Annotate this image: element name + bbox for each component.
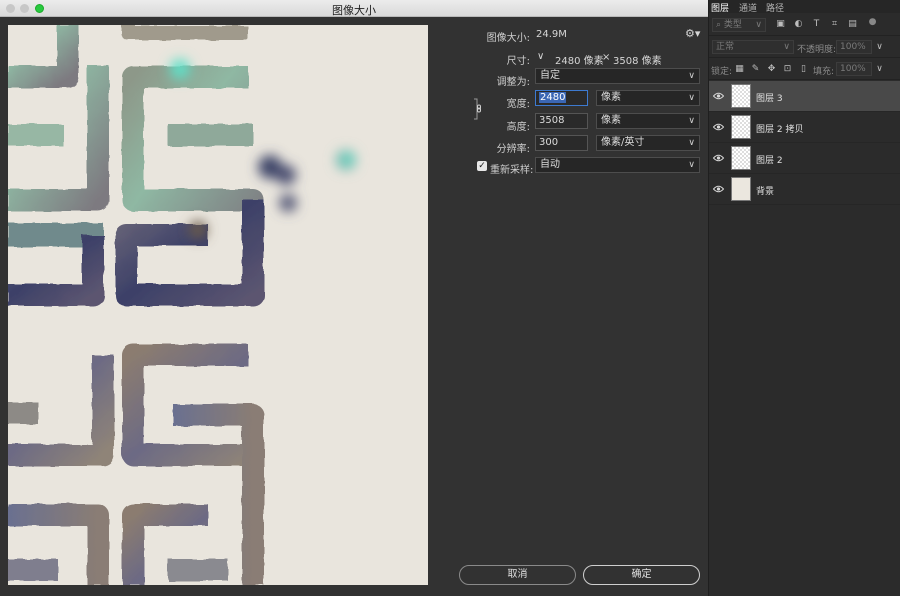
dialog-titlebar: 图像大小 <box>0 0 708 17</box>
layer-thumbnail <box>731 177 751 201</box>
lock-artboard-icon[interactable]: ⊡ <box>782 64 793 74</box>
dimensions-dropdown-chevron-icon[interactable]: ∨ <box>537 51 544 62</box>
eye-icon[interactable] <box>713 92 724 100</box>
layer-name: 图层 2 拷贝 <box>756 125 804 135</box>
preview-artwork <box>8 25 356 585</box>
eye-icon[interactable] <box>713 185 724 193</box>
fill-input[interactable]: 100% <box>836 62 872 76</box>
image-size-label: 图像大小: <box>486 33 530 44</box>
fill-label: 填充: <box>813 67 835 77</box>
chevron-down-icon: ∨ <box>688 71 695 81</box>
layer-filter-row: ⌕ 类型 ∨ ▣ ◐ T ⌗ ▤ ● <box>709 14 900 36</box>
cancel-button[interactable]: 取消 <box>459 565 576 585</box>
resolution-label: 分辨率: <box>496 144 530 155</box>
layer-name: 背景 <box>756 187 775 197</box>
tab-paths[interactable]: 路径 <box>766 1 784 14</box>
layer-row[interactable]: 图层 2 拷贝 <box>709 112 900 143</box>
resample-value: 自动 <box>540 159 560 170</box>
search-icon: ⌕ <box>716 20 722 30</box>
filter-toggle-icon[interactable]: ● <box>867 17 878 27</box>
tab-layers[interactable]: 图层 <box>711 1 729 14</box>
lock-brush-icon[interactable]: ✎ <box>750 64 761 74</box>
layer-name: 图层 2 <box>756 156 783 166</box>
fit-to-value: 自定 <box>540 70 560 81</box>
blend-mode-value: 正常 <box>716 42 735 52</box>
width-input-value: 2480 <box>539 92 567 103</box>
adjustment-filter-icon[interactable]: ◐ <box>793 19 804 29</box>
layer-thumbnail <box>731 146 751 170</box>
chevron-down-icon: ∨ <box>688 138 695 148</box>
chevron-down-icon: ∨ <box>688 93 695 103</box>
lock-all-icon[interactable]: ▯ <box>798 64 809 74</box>
width-unit-value: 像素 <box>601 92 621 103</box>
opacity-input[interactable]: 100% <box>836 40 872 54</box>
height-input[interactable]: 3508 <box>535 113 588 129</box>
resolution-unit-select[interactable]: 像素/英寸 ∨ <box>596 135 700 151</box>
lock-label: 锁定: <box>711 67 733 77</box>
blend-opacity-row: 正常 ∨ 不透明度: 100% ∨ <box>709 37 900 58</box>
gear-icon[interactable]: ⚙▾ <box>685 27 700 40</box>
layer-row[interactable]: 图层 2 <box>709 143 900 174</box>
layer-row[interactable]: 图层 3 <box>709 81 900 112</box>
height-unit-value: 像素 <box>601 115 621 126</box>
chevron-down-icon[interactable]: ∨ <box>874 42 885 52</box>
chevron-down-icon: ∨ <box>688 160 695 170</box>
layer-row[interactable]: 背景 <box>709 174 900 205</box>
layer-thumbnail <box>731 115 751 139</box>
layer-filter-select[interactable]: ⌕ 类型 ∨ <box>712 18 766 32</box>
ok-button[interactable]: 确定 <box>583 565 700 585</box>
chevron-down-icon[interactable]: ∨ <box>874 64 885 74</box>
height-label: 高度: <box>506 122 530 133</box>
dialog-title: 图像大小 <box>332 4 376 17</box>
lock-transparent-icon[interactable]: ▦ <box>734 64 745 74</box>
lock-fill-row: 锁定: ▦ ✎ ✥ ⊡ ▯ 填充: 100% ∨ <box>709 59 900 80</box>
eye-icon[interactable] <box>713 123 724 131</box>
dimensions-width-value: 2480 像素 <box>555 56 604 67</box>
chevron-down-icon: ∨ <box>688 116 695 126</box>
smart-object-filter-icon[interactable]: ▤ <box>847 19 858 29</box>
dimensions-height-value: 3508 像素 <box>613 56 662 67</box>
dimensions-label: 尺寸: <box>506 56 530 67</box>
image-size-dialog: 图像大小 图像大小: 24.9M ⚙▾ 尺寸: ∨ 2480 像素 × 3508… <box>0 0 708 596</box>
chevron-down-icon: ∨ <box>783 42 790 52</box>
width-input[interactable]: 2480 <box>535 90 588 106</box>
panel-tabs: 图层 通道 路径 <box>709 0 900 14</box>
shape-filter-icon[interactable]: ⌗ <box>829 19 840 29</box>
height-unit-select[interactable]: 像素 ∨ <box>596 113 700 129</box>
layer-thumbnail <box>731 84 751 108</box>
dimensions-separator: × <box>602 52 611 63</box>
resolution-unit-value: 像素/英寸 <box>601 137 645 148</box>
tab-channels[interactable]: 通道 <box>739 1 757 14</box>
fit-to-select[interactable]: 自定 ∨ <box>535 68 700 84</box>
type-filter-icon[interactable]: T <box>811 19 822 29</box>
resample-select[interactable]: 自动 ∨ <box>535 157 700 173</box>
resolution-input[interactable]: 300 <box>535 135 588 151</box>
image-preview[interactable] <box>8 25 428 585</box>
layer-filter-value: 类型 <box>723 20 742 30</box>
blend-mode-select[interactable]: 正常 ∨ <box>712 40 794 54</box>
layer-name: 图层 3 <box>756 94 783 104</box>
width-label: 宽度: <box>506 99 530 110</box>
fit-to-label: 调整为: <box>496 77 530 88</box>
width-unit-select[interactable]: 像素 ∨ <box>596 90 700 106</box>
eye-icon[interactable] <box>713 154 724 162</box>
chevron-down-icon: ∨ <box>755 20 762 30</box>
pixel-filter-icon[interactable]: ▣ <box>775 19 786 29</box>
resample-checkbox[interactable]: ✓ <box>477 161 487 171</box>
lock-position-icon[interactable]: ✥ <box>766 64 777 74</box>
image-size-value: 24.9M <box>536 29 567 40</box>
resample-label: 重新采样: <box>490 165 534 176</box>
resolution-input-value: 300 <box>539 137 559 148</box>
height-input-value: 3508 <box>539 115 565 126</box>
layers-panel: 图层 通道 路径 ⌕ 类型 ∨ ▣ ◐ T ⌗ ▤ ● 正常 ∨ 不透明度: 1… <box>708 0 900 596</box>
opacity-label: 不透明度: <box>797 45 837 55</box>
